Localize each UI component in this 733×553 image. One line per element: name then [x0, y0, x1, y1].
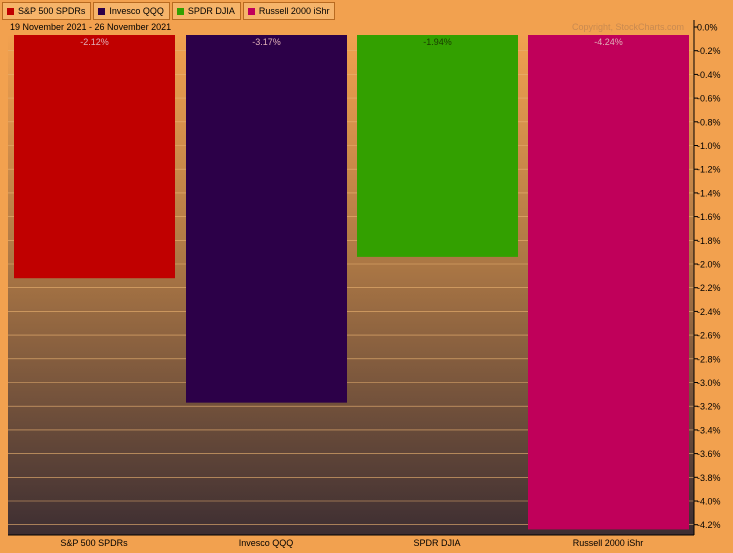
bar-value-label: -1.94% — [423, 37, 452, 47]
x-tick-label: S&P 500 SPDRs — [60, 538, 128, 548]
y-tick-label: 0.0% — [697, 23, 718, 33]
y-axis: 0.0% -0.2% -0.4% -0.6% -0.8% -1.0% -1.2% -1.4% -… — [693, 20, 721, 535]
y-tick-label: -4.2% — [697, 520, 721, 530]
y-tick-label: -1.0% — [697, 141, 721, 151]
copyright-text: Copyright, StockCharts.com — [572, 22, 685, 32]
performance-bar-chart: -2.12% -3.17% -1.94% -4.24% 0.0% -0.2% -0.4% -… — [8, 20, 721, 536]
x-tick-label: Invesco QQQ — [238, 538, 294, 548]
y-tick-label: -3.0% — [697, 378, 721, 388]
y-tick-label: -2.6% — [697, 331, 721, 341]
y-tick-label: -0.8% — [697, 117, 721, 127]
bar — [186, 35, 347, 403]
date-range: 19 November 2021 - 26 November 2021 — [10, 22, 172, 32]
x-tick-label: Russell 2000 iShr — [572, 538, 644, 548]
bar-value-label: -4.24% — [594, 37, 623, 47]
y-tick-label: -0.2% — [697, 46, 721, 56]
y-tick-label: -3.8% — [697, 473, 721, 483]
bar — [528, 35, 689, 530]
y-tick-label: -0.6% — [697, 94, 721, 104]
y-tick-label: -0.4% — [697, 70, 721, 80]
bar — [357, 35, 518, 257]
x-tick-label: SPDR DJIA — [413, 538, 461, 548]
y-tick-label: -3.4% — [697, 425, 721, 435]
bar — [14, 35, 175, 279]
y-tick-label: -2.2% — [697, 283, 721, 293]
y-tick-label: -1.2% — [697, 165, 721, 175]
y-tick-label: -1.6% — [697, 212, 721, 222]
y-tick-label: -1.8% — [697, 236, 721, 246]
y-tick-label: -2.4% — [697, 307, 721, 317]
bar-value-label: -2.12% — [80, 37, 109, 47]
y-tick-label: -4.0% — [697, 497, 721, 507]
y-tick-label: -1.4% — [697, 188, 721, 198]
y-tick-label: -2.0% — [697, 260, 721, 270]
y-tick-label: -3.2% — [697, 402, 721, 412]
y-tick-label: -2.8% — [697, 354, 721, 364]
bar-value-label: -3.17% — [252, 37, 281, 47]
y-tick-label: -3.6% — [697, 449, 721, 459]
